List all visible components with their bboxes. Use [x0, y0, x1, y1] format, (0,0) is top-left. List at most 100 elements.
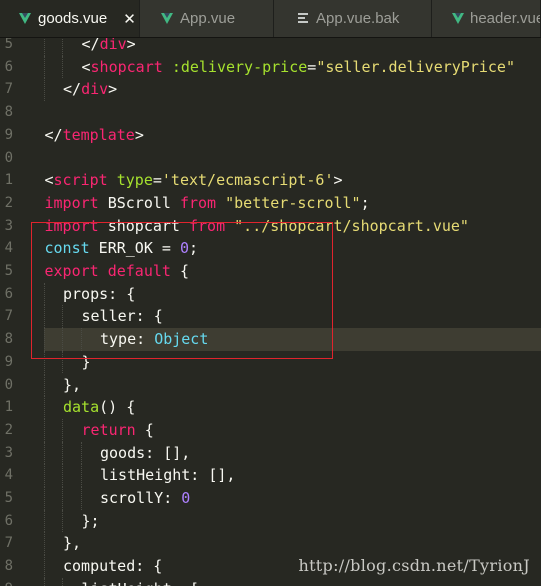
indent-guide — [43, 55, 45, 79]
code-text: return { — [82, 419, 154, 442]
tab-label: App.vue — [180, 10, 236, 27]
code-line[interactable]: </template> — [0, 124, 541, 147]
code-token: }, — [63, 534, 82, 553]
editor-window: goods.vue ✕ App.vue App.vue.bak header.v… — [0, 0, 541, 586]
tab-goods-vue[interactable]: goods.vue ✕ — [0, 0, 140, 37]
code-line[interactable]: }, — [0, 373, 541, 397]
indent-guide — [62, 38, 63, 56]
code-text: listHeight: [ — [82, 578, 199, 586]
indent-guide — [43, 396, 45, 419]
code-line[interactable]: listHeight: [ — [0, 577, 541, 586]
code-text: scrollY: 0 — [100, 487, 190, 510]
code-token: () { — [99, 398, 136, 417]
text-file-icon — [296, 10, 310, 27]
indent-guide — [43, 555, 45, 578]
code-token: > — [126, 38, 136, 53]
tab-label: header.vue — [470, 10, 541, 27]
code-line[interactable]: import BScroll from "better-scroll"; — [0, 192, 541, 215]
code-token: listHeight: [], — [100, 466, 236, 485]
indent-guide — [62, 509, 63, 533]
tab-header-vue[interactable]: header.vue — [432, 0, 541, 37]
code-token: template — [62, 125, 135, 144]
indent-guide — [62, 577, 63, 586]
indent-guide — [43, 38, 45, 56]
vue-logo-icon — [452, 10, 464, 27]
code-token: ; — [360, 193, 370, 212]
code-token: = — [307, 57, 317, 76]
code-token: }; — [81, 511, 100, 530]
code-token: }, — [63, 375, 82, 394]
code-token: :delivery-price — [171, 57, 308, 76]
indent-guide — [43, 373, 45, 397]
code-token: computed: { — [63, 557, 163, 576]
code-token: div — [99, 38, 127, 53]
code-token: > — [134, 125, 144, 144]
code-line[interactable]: goods: [], — [0, 441, 541, 465]
indent-guide — [62, 464, 63, 487]
code-token: shopcart — [90, 57, 163, 76]
code-line[interactable]: return { — [0, 418, 541, 442]
code-text: data() { — [63, 396, 135, 419]
vue-logo-icon — [18, 10, 32, 27]
code-line[interactable]: </div> — [0, 78, 541, 102]
code-text: <script type='text/ecmascript-6'> — [45, 169, 343, 192]
code-token: 0 — [181, 489, 191, 507]
indent-guide — [43, 532, 45, 556]
code-token: "better-scroll" — [225, 193, 361, 212]
code-token: from — [179, 193, 217, 212]
tab-app-vue-bak[interactable]: App.vue.bak — [274, 0, 432, 37]
code-text: }, — [63, 374, 81, 397]
code-line[interactable]: data() { — [0, 396, 541, 419]
vue-logo-icon — [160, 10, 174, 27]
code-token: 'text/ecmascript-6' — [161, 171, 334, 190]
code-text: </div> — [82, 38, 136, 56]
code-line[interactable]: listHeight: [], — [0, 464, 541, 487]
code-token: type — [116, 171, 153, 190]
indent-guide — [43, 78, 45, 102]
code-token: return — [81, 420, 136, 439]
code-text: listHeight: [], — [100, 464, 235, 487]
code-line[interactable]: }, — [0, 532, 541, 556]
code-token: < — [44, 171, 54, 190]
tab-label: goods.vue — [38, 10, 108, 27]
code-token: </ — [81, 38, 100, 53]
code-line[interactable]: }; — [0, 509, 541, 533]
indent-guide — [62, 418, 63, 442]
code-token: listHeight: [ — [82, 580, 199, 586]
code-token: < — [81, 57, 91, 76]
code-text: import BScroll from "better-scroll"; — [45, 192, 370, 215]
code-token: = — [152, 171, 162, 190]
indent-guide — [43, 418, 45, 442]
code-line[interactable] — [0, 101, 541, 124]
indent-guide — [43, 577, 45, 586]
code-line[interactable]: <shopcart :delivery-price="seller.delive… — [0, 55, 541, 79]
code-line[interactable]: scrollY: 0 — [0, 487, 541, 510]
watermark-text: http://blog.csdn.net/TyrionJ — [298, 556, 530, 575]
code-text: </template> — [45, 124, 144, 147]
code-token: </ — [44, 125, 63, 144]
indent-guide — [43, 464, 45, 487]
code-text: goods: [], — [100, 442, 190, 465]
code-token: div — [81, 80, 109, 99]
code-token: goods: [], — [100, 443, 191, 462]
tab-label: App.vue.bak — [316, 10, 400, 27]
code-text: <shopcart :delivery-price="seller.delive… — [82, 56, 516, 79]
code-line[interactable]: <script type='text/ecmascript-6'> — [0, 169, 541, 192]
indent-guide — [43, 509, 45, 533]
tab-app-vue[interactable]: App.vue — [140, 0, 274, 37]
indent-guide — [43, 487, 45, 510]
code-line[interactable] — [0, 147, 541, 170]
close-tab-icon[interactable]: ✕ — [123, 10, 136, 28]
indent-guide — [80, 487, 82, 510]
code-line[interactable]: </div> — [0, 38, 541, 56]
indent-guide — [62, 441, 63, 465]
indent-guide — [62, 487, 63, 510]
code-token: BScroll — [98, 193, 180, 212]
code-text: computed: { — [63, 555, 162, 578]
code-text: </div> — [63, 78, 117, 101]
code-token: > — [333, 171, 343, 190]
tab-bar: goods.vue ✕ App.vue App.vue.bak header.v… — [0, 0, 541, 38]
